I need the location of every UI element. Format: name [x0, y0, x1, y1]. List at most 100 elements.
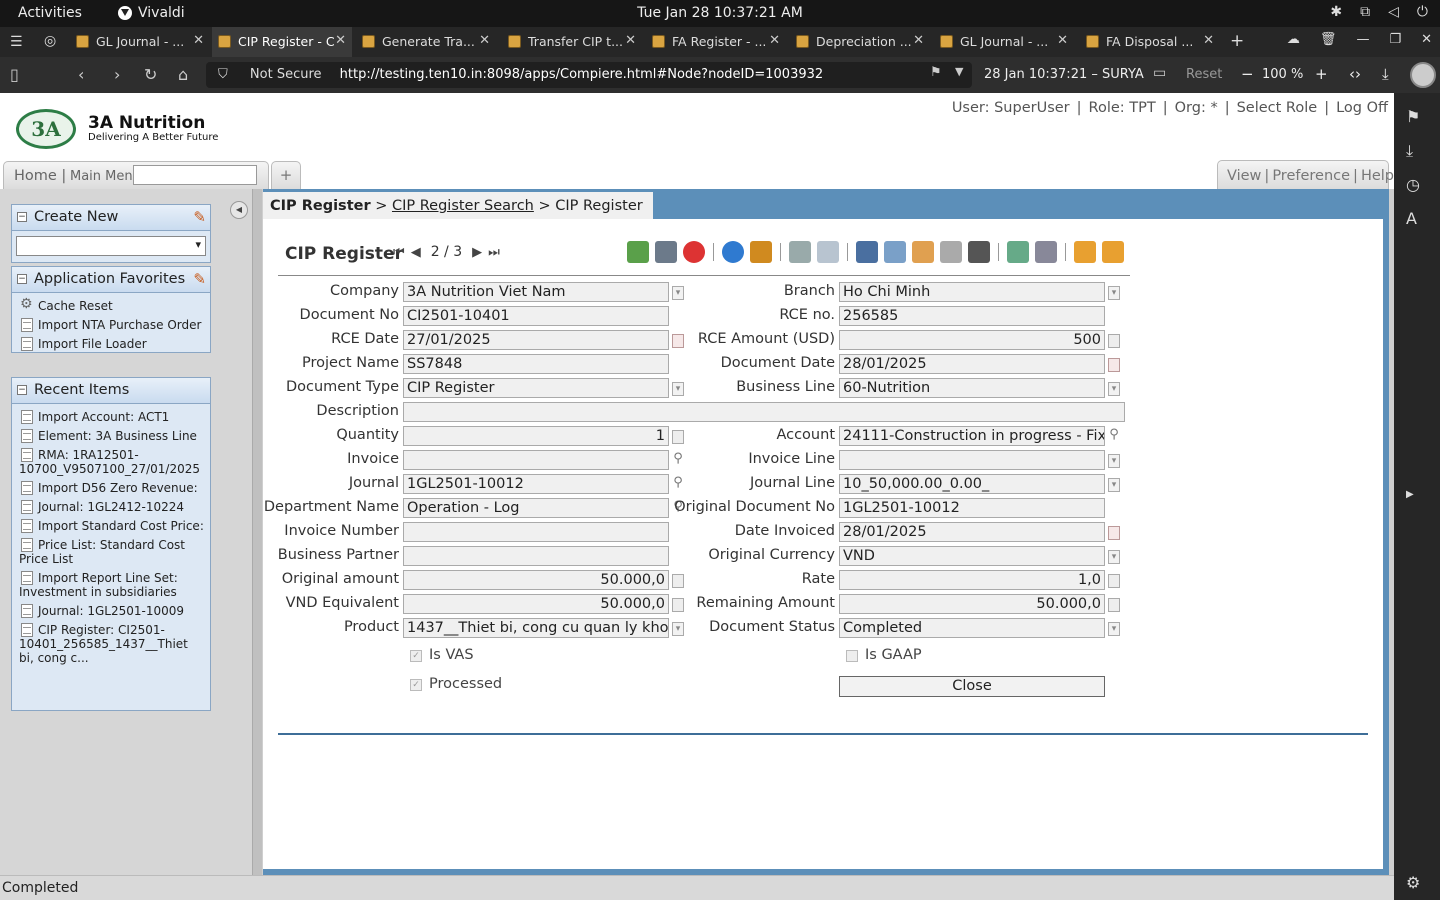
- history-icon[interactable]: [884, 241, 906, 263]
- volume-icon[interactable]: ◁: [1388, 4, 1399, 20]
- rate-field[interactable]: 1,0: [839, 570, 1105, 590]
- recent-item[interactable]: Import D56 Zero Revenue:: [12, 479, 210, 498]
- shield-icon[interactable]: ⛉: [218, 67, 228, 82]
- settings-gear-icon[interactable]: ⚙: [1406, 873, 1420, 892]
- vivaldi-logo-icon[interactable]: ◎: [44, 33, 56, 49]
- accessibility-icon[interactable]: ✱: [1330, 4, 1342, 20]
- clock[interactable]: Tue Jan 28 10:37:21 AM: [0, 5, 1440, 21]
- collapse-toggle-icon[interactable]: −: [17, 274, 27, 284]
- collapse-toggle-icon[interactable]: −: [17, 385, 27, 395]
- undo-icon[interactable]: [750, 241, 772, 263]
- document-date-field[interactable]: 28/01/2025: [839, 354, 1105, 374]
- branch-field[interactable]: Ho Chi Minh: [839, 282, 1105, 302]
- zoom-in-icon[interactable]: +: [1315, 65, 1328, 83]
- calculator-icon[interactable]: [672, 430, 684, 444]
- search-icon[interactable]: ⚲: [1108, 428, 1120, 443]
- maximize-icon[interactable]: ❐: [1389, 32, 1401, 47]
- rce-no-field[interactable]: 256585: [839, 306, 1105, 326]
- translate-panel-icon[interactable]: A: [1406, 209, 1417, 228]
- menu-search-input[interactable]: [133, 165, 257, 185]
- url-dropdown-icon[interactable]: ▼: [955, 65, 963, 78]
- reload-icon[interactable]: ↻: [144, 65, 157, 84]
- report-icon[interactable]: [912, 241, 934, 263]
- remaining-amount-field[interactable]: 50.000,0: [839, 594, 1105, 614]
- view-link[interactable]: View: [1227, 168, 1261, 184]
- breadcrumb-search-link[interactable]: CIP Register Search: [392, 198, 534, 214]
- document-status-field[interactable]: Completed: [839, 618, 1105, 638]
- company-field[interactable]: 3A Nutrition Viet Nam: [403, 282, 669, 302]
- favorite-item[interactable]: Import File Loader: [12, 335, 210, 354]
- new-record-icon[interactable]: [627, 241, 649, 263]
- url-text[interactable]: http://testing.ten10.in:8098/apps/Compie…: [340, 67, 824, 82]
- is-gaap-checkbox[interactable]: [846, 650, 858, 662]
- rce-date-field[interactable]: 27/01/2025: [403, 330, 669, 350]
- recent-item[interactable]: Element: 3A Business Line: [12, 427, 210, 446]
- bookmark-icon[interactable]: ⚑: [930, 65, 942, 80]
- search-icon[interactable]: ⚲: [672, 476, 684, 491]
- tab-close-icon[interactable]: ✕: [193, 33, 204, 48]
- code-icon[interactable]: ‹›: [1349, 65, 1361, 83]
- browser-tab-active[interactable]: CIP Register - C ✕: [212, 27, 352, 57]
- save-icon[interactable]: [655, 241, 677, 263]
- edit-pencil-icon[interactable]: ✎: [193, 270, 206, 288]
- product-field[interactable]: 1437__Thiet bi, cong cu quan ly kho: [403, 618, 669, 638]
- collapse-toggle-icon[interactable]: −: [17, 212, 27, 222]
- minimize-icon[interactable]: —: [1356, 32, 1369, 47]
- chevron-down-icon[interactable]: ▾: [1108, 382, 1120, 396]
- chevron-down-icon[interactable]: ▾: [1108, 622, 1120, 636]
- zoom-out-icon[interactable]: −: [1241, 65, 1254, 83]
- print-icon[interactable]: [940, 241, 962, 263]
- archive-icon[interactable]: [968, 241, 990, 263]
- help-link[interactable]: Help: [1361, 168, 1394, 184]
- panel-toggle-icon[interactable]: ▯: [10, 65, 19, 84]
- recent-item[interactable]: Import Account: ACT1: [12, 408, 210, 427]
- recent-item[interactable]: Import Report Line Set: Investment in su…: [12, 569, 210, 602]
- chevron-down-icon[interactable]: ▾: [672, 382, 684, 396]
- chevron-down-icon[interactable]: ▾: [672, 286, 684, 300]
- browser-tab[interactable]: GL Journal - ... ✕: [70, 27, 210, 57]
- chevron-down-icon[interactable]: ▾: [1108, 286, 1120, 300]
- tab-close-icon[interactable]: ✕: [769, 33, 780, 48]
- cloud-sync-icon[interactable]: ☁: [1287, 32, 1300, 47]
- chevron-down-icon[interactable]: ▾: [1108, 454, 1120, 468]
- add-tab-button[interactable]: +: [271, 161, 301, 189]
- find-icon[interactable]: [1035, 241, 1057, 263]
- browser-tab[interactable]: FA Register - ... ✕: [646, 27, 786, 57]
- download-icon[interactable]: ⤓: [1382, 65, 1389, 83]
- zoom-reset-button[interactable]: Reset: [1186, 67, 1222, 82]
- business-partner-field[interactable]: [403, 546, 669, 566]
- is-vas-checkbox[interactable]: ✓: [410, 650, 422, 662]
- tab-close-icon[interactable]: ✕: [913, 33, 924, 48]
- date-invoiced-field[interactable]: 28/01/2025: [839, 522, 1105, 542]
- back-icon[interactable]: ‹: [78, 65, 84, 84]
- new-tab-icon[interactable]: +: [1230, 31, 1244, 51]
- department-name-field[interactable]: Operation - Log: [403, 498, 669, 518]
- sidebar-splitter[interactable]: [252, 189, 262, 875]
- processed-checkbox[interactable]: ✓: [410, 679, 422, 691]
- browser-tab[interactable]: GL Journal - ... ✕: [934, 27, 1074, 57]
- history-panel-icon[interactable]: ◷: [1406, 175, 1420, 194]
- profile-avatar[interactable]: [1410, 62, 1436, 88]
- not-secure-badge[interactable]: Not Secure: [250, 67, 322, 82]
- first-record-icon[interactable]: ⏮: [393, 245, 405, 260]
- chat-icon[interactable]: [817, 241, 839, 263]
- calendar-icon[interactable]: [1108, 526, 1120, 540]
- document-no-field[interactable]: CI2501-10401: [403, 306, 669, 326]
- tab-close-icon[interactable]: ✕: [335, 33, 346, 48]
- select-role-link[interactable]: Select Role: [1237, 100, 1318, 116]
- forward-icon[interactable]: ›: [114, 65, 120, 84]
- home-icon[interactable]: ⌂: [178, 65, 188, 84]
- journal-field[interactable]: 1GL2501-10012: [403, 474, 669, 494]
- browser-tab[interactable]: Transfer CIP t... ✕: [502, 27, 642, 57]
- recent-item[interactable]: RMA: 1RA12501-10700_V9507100_27/01/2025: [12, 446, 210, 479]
- recent-item[interactable]: Journal: 1GL2412-10224: [12, 498, 210, 517]
- calendar-icon[interactable]: [672, 334, 684, 348]
- close-window-icon[interactable]: ✕: [1421, 32, 1432, 47]
- business-line-field[interactable]: 60-Nutrition: [839, 378, 1105, 398]
- calculator-icon[interactable]: [672, 598, 684, 612]
- invoice-line-field[interactable]: [839, 450, 1105, 470]
- collapse-sidebar-icon[interactable]: ◀: [230, 201, 248, 219]
- search-icon[interactable]: ⚲: [672, 452, 684, 467]
- attachment-icon[interactable]: [789, 241, 811, 263]
- detail-record-icon[interactable]: [1102, 241, 1124, 263]
